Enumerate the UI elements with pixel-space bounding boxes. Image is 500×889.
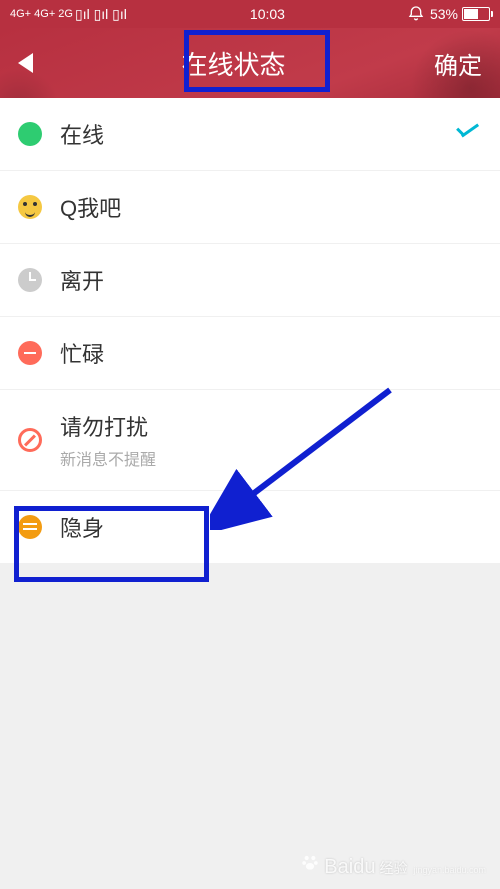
confirm-button[interactable]: 确定 (434, 46, 482, 81)
item-text: 请勿打扰 新消息不提醒 (60, 410, 482, 470)
status-option-online[interactable]: 在线 (0, 98, 500, 171)
page-title: 在线状态 (169, 39, 297, 88)
signal-bars-icon: ▯ıl ▯ıl ▯ıl (75, 6, 127, 23)
watermark-paw-icon (300, 853, 320, 878)
watermark-main: Baidu (324, 856, 375, 879)
status-bar-right: 53% (408, 5, 490, 24)
item-text: 离开 (60, 264, 482, 296)
item-label: 在线 (60, 118, 454, 150)
item-label: 忙碌 (60, 337, 482, 369)
item-label: 离开 (60, 264, 482, 296)
status-bar-left: 4G+ 4G+ 2G ▯ıl ▯ıl ▯ıl (10, 6, 127, 23)
alarm-icon (408, 5, 424, 24)
dnd-icon (18, 428, 42, 452)
status-option-dnd[interactable]: 请勿打扰 新消息不提醒 (0, 390, 500, 491)
item-label: Q我吧 (60, 191, 482, 223)
battery-indicator: 53% (430, 6, 490, 22)
status-bar-time: 10:03 (250, 6, 285, 22)
item-text: Q我吧 (60, 191, 482, 223)
checkmark-icon (454, 126, 482, 142)
status-option-away[interactable]: 离开 (0, 244, 500, 317)
busy-icon (18, 341, 42, 365)
network-indicator: 4G+ 4G+ 2G (10, 9, 73, 20)
item-label: 请勿打扰 (60, 410, 482, 442)
item-text: 忙碌 (60, 337, 482, 369)
status-option-busy[interactable]: 忙碌 (0, 317, 500, 390)
battery-percent: 53% (430, 6, 458, 22)
watermark-url: jingyan.baidu.com (413, 865, 486, 875)
item-text: 在线 (60, 118, 454, 150)
header-bar: 在线状态 确定 (0, 28, 500, 98)
item-text: 隐身 (60, 511, 482, 543)
online-icon (18, 122, 42, 146)
battery-icon (462, 7, 490, 21)
status-list: 在线 Q我吧 离开 忙碌 请勿打扰 新消息不提醒 隐身 (0, 98, 500, 563)
back-button[interactable] (18, 53, 33, 73)
status-bar: 4G+ 4G+ 2G ▯ıl ▯ıl ▯ıl 10:03 53% (0, 0, 500, 28)
watermark: Baidu 经验 jingyan.baidu.com (300, 853, 486, 879)
item-sublabel: 新消息不提醒 (60, 446, 482, 470)
qme-icon (18, 195, 42, 219)
status-option-qme[interactable]: Q我吧 (0, 171, 500, 244)
watermark-sub: 经验 (379, 858, 407, 878)
away-icon (18, 268, 42, 292)
item-label: 隐身 (60, 511, 482, 543)
status-option-invisible[interactable]: 隐身 (0, 491, 500, 563)
invisible-icon (18, 515, 42, 539)
